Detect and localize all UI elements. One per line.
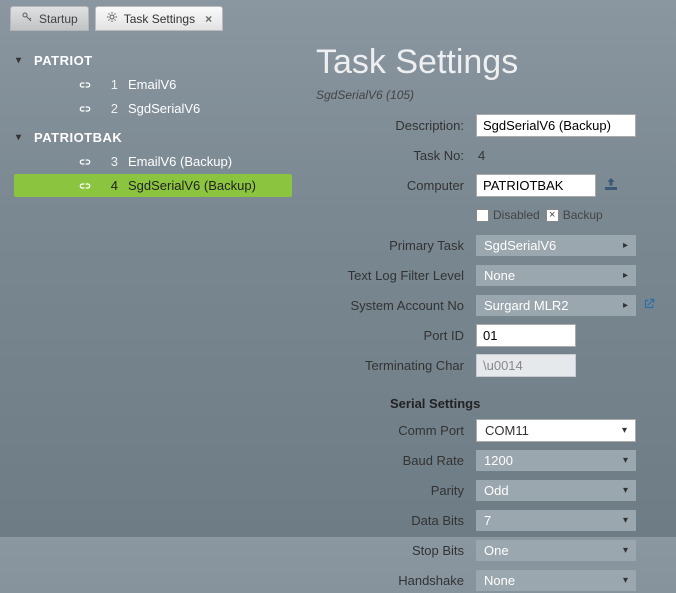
checkbox-box (476, 209, 489, 222)
page-title: Task Settings (316, 43, 656, 82)
checkbox-box-checked: × (546, 209, 559, 222)
chain-icon (76, 155, 94, 169)
external-link-icon[interactable] (642, 297, 656, 314)
chevron-down-icon: ▾ (16, 55, 22, 66)
disabled-label: Disabled (493, 208, 540, 222)
tree-item-label: SgdSerialV6 (128, 101, 200, 116)
tree-item-num: 3 (104, 154, 118, 169)
tab-task-settings-label: Task Settings (124, 12, 195, 26)
tree-group-label: PATRIOT (34, 53, 93, 68)
tree-item-label: EmailV6 (Backup) (128, 154, 232, 169)
label-task-no: Task No: (316, 148, 476, 163)
task-no-value: 4 (476, 148, 485, 163)
disabled-checkbox[interactable]: Disabled (476, 208, 540, 222)
chevron-right-icon: ▸ (623, 240, 628, 251)
label-comm-port: Comm Port (316, 423, 476, 438)
chevron-right-icon: ▸ (623, 270, 628, 281)
tree-item-label: EmailV6 (128, 77, 176, 92)
tree-item-num: 2 (104, 101, 118, 116)
label-stop-bits: Stop Bits (316, 543, 476, 558)
gear-icon (106, 11, 118, 26)
label-primary-task: Primary Task (316, 238, 476, 253)
label-port-id: Port ID (316, 328, 476, 343)
chevron-down-icon: ▾ (623, 455, 628, 466)
label-computer: Computer (316, 178, 476, 193)
tree-item[interactable]: 2 SgdSerialV6 (14, 97, 292, 120)
label-term-char: Terminating Char (316, 358, 476, 373)
term-char-input[interactable] (476, 354, 576, 377)
tree-item-num: 4 (104, 178, 118, 193)
label-baud-rate: Baud Rate (316, 453, 476, 468)
port-id-input[interactable] (476, 324, 576, 347)
comm-port-combo[interactable]: COM11 ▾ (476, 419, 636, 442)
label-data-bits: Data Bits (316, 513, 476, 528)
combo-value: 7 (484, 513, 491, 528)
tree-group-patriotbak[interactable]: ▾ PATRIOTBAK (8, 126, 298, 149)
close-icon[interactable]: × (205, 12, 212, 26)
combo-value: Odd (484, 483, 509, 498)
primary-task-combo[interactable]: SgdSerialV6 ▸ (476, 235, 636, 256)
tree-item-label: SgdSerialV6 (Backup) (128, 178, 256, 193)
combo-value: Surgard MLR2 (484, 298, 569, 313)
label-parity: Parity (316, 483, 476, 498)
chevron-down-icon: ▾ (16, 132, 22, 143)
text-log-combo[interactable]: None ▸ (476, 265, 636, 286)
chain-icon (76, 78, 94, 92)
chain-icon (76, 179, 94, 193)
tree-group-label: PATRIOTBAK (34, 130, 122, 145)
combo-value: 1200 (484, 453, 513, 468)
computer-input[interactable] (476, 174, 596, 197)
chevron-down-icon: ▾ (623, 515, 628, 526)
stop-bits-combo[interactable]: One ▾ (476, 540, 636, 561)
chain-icon (76, 102, 94, 116)
tab-bar: Startup Task Settings × (0, 0, 676, 31)
label-text-log: Text Log Filter Level (316, 268, 476, 283)
combo-value: SgdSerialV6 (484, 238, 556, 253)
tree-item-selected[interactable]: 4 SgdSerialV6 (Backup) (14, 174, 292, 197)
chevron-down-icon: ▾ (623, 575, 628, 586)
data-bits-combo[interactable]: 7 ▾ (476, 510, 636, 531)
settings-panel: Task Settings SgdSerialV6 (105) Descript… (306, 31, 676, 538)
tree-item[interactable]: 1 EmailV6 (14, 73, 292, 96)
tree-panel: ▾ PATRIOT 1 EmailV6 2 SgdSerialV6 ▾ PATR… (0, 31, 306, 538)
chevron-right-icon: ▸ (623, 300, 628, 311)
upload-icon[interactable] (602, 176, 620, 195)
tree-group-patriot[interactable]: ▾ PATRIOT (8, 49, 298, 72)
tab-task-settings[interactable]: Task Settings × (95, 6, 223, 31)
key-icon (21, 11, 33, 26)
tree-item-num: 1 (104, 77, 118, 92)
chevron-down-icon: ▾ (623, 485, 628, 496)
serial-settings-header: Serial Settings (390, 396, 656, 411)
system-account-combo[interactable]: Surgard MLR2 ▸ (476, 295, 636, 316)
chevron-down-icon: ▾ (622, 425, 627, 436)
chevron-down-icon: ▾ (623, 545, 628, 556)
baud-rate-combo[interactable]: 1200 ▾ (476, 450, 636, 471)
combo-value: COM11 (485, 423, 529, 438)
label-description: Description: (316, 118, 476, 133)
label-system-account: System Account No (316, 298, 476, 313)
backup-label: Backup (563, 208, 603, 222)
combo-value: One (484, 543, 509, 558)
tab-startup-label: Startup (39, 12, 78, 26)
backup-checkbox[interactable]: × Backup (546, 208, 603, 222)
description-input[interactable] (476, 114, 636, 137)
tree-item[interactable]: 3 EmailV6 (Backup) (14, 150, 292, 173)
combo-value: None (484, 573, 515, 588)
combo-value: None (484, 268, 515, 283)
handshake-combo[interactable]: None ▾ (476, 570, 636, 591)
parity-combo[interactable]: Odd ▾ (476, 480, 636, 501)
tab-startup[interactable]: Startup (10, 6, 89, 31)
label-handshake: Handshake (316, 573, 476, 588)
page-subtitle: SgdSerialV6 (105) (316, 88, 656, 102)
